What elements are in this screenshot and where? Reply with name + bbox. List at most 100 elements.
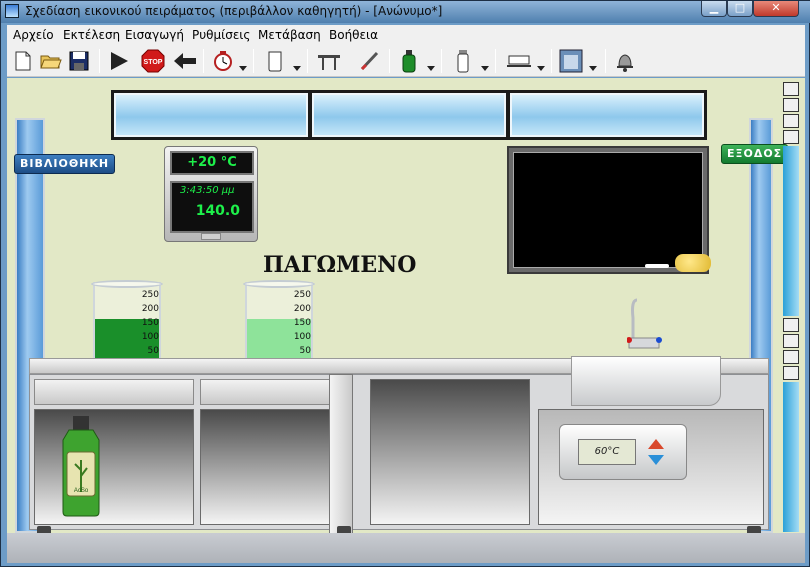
beaker-tick: 200 — [293, 304, 311, 314]
menu-run[interactable]: Εκτέλεση — [63, 28, 120, 42]
close-button[interactable]: ✕ — [753, 1, 799, 17]
water-heater[interactable]: 60°C — [559, 424, 687, 480]
heater-down-arrow-icon[interactable] — [648, 455, 664, 465]
toolbar-separator — [203, 49, 204, 73]
clock-time: 3:43:50 μμ — [180, 185, 235, 196]
heater-up-arrow-icon[interactable] — [648, 439, 664, 449]
open-folder-icon[interactable] — [39, 48, 63, 74]
faucet[interactable] — [626, 298, 667, 358]
timer-icon[interactable] — [211, 48, 235, 74]
window-title: Σχεδίαση εικονικού πειράματος (περιβάλλο… — [25, 4, 443, 18]
drawer-left[interactable] — [34, 379, 194, 405]
toolbar-separator — [441, 49, 442, 73]
toolbar-separator — [495, 49, 496, 73]
panel-scroll-track[interactable] — [783, 146, 799, 316]
back-arrow-icon[interactable] — [173, 48, 197, 74]
reagent-bottle[interactable]: AcSo — [57, 416, 105, 518]
menu-settings[interactable]: Ρυθμίσεις — [192, 28, 250, 42]
toolbar: STOP — [7, 45, 805, 77]
window-pane — [114, 93, 308, 137]
toolbar-separator — [551, 49, 552, 73]
menu-file[interactable]: Αρχείο — [13, 28, 54, 42]
toolbar-separator — [307, 49, 308, 73]
toolbar-separator — [389, 49, 390, 73]
image-icon[interactable] — [559, 48, 583, 74]
sink[interactable] — [571, 356, 721, 406]
bell-icon[interactable] — [613, 48, 637, 74]
window-pane — [312, 93, 506, 137]
beaker-tick: 200 — [141, 304, 159, 314]
cabinet-compartment-open — [370, 379, 530, 525]
state-label: ΠΑΓΩΜΕΝΟ — [263, 252, 417, 278]
table-icon[interactable] — [317, 48, 341, 74]
beaker-rim — [243, 280, 315, 288]
beaker-dropdown-icon[interactable] — [293, 57, 301, 71]
menu-insert[interactable]: Εισαγωγή — [125, 28, 184, 42]
panel-restore-icon[interactable] — [783, 318, 799, 332]
beaker-tick: 250 — [141, 290, 159, 300]
play-icon[interactable] — [107, 48, 131, 74]
drawer-middle[interactable] — [200, 379, 350, 405]
panel-save-icon[interactable] — [783, 130, 799, 144]
title-bar: Σχεδίαση εικονικού πειράματος (περιβάλλο… — [1, 1, 810, 23]
clock-panel: 3:43:50 μμ 140.0 — [170, 181, 254, 233]
application-window: Σχεδίαση εικονικού πειράματος (περιβάλλο… — [0, 0, 810, 567]
bottle-icon[interactable] — [397, 48, 421, 74]
heater-arrows — [648, 439, 664, 465]
new-file-icon[interactable] — [11, 48, 35, 74]
panel-minimize-icon[interactable] — [783, 350, 799, 364]
panel-scroll-track[interactable] — [783, 382, 799, 532]
lab-window — [111, 90, 707, 140]
virtual-lab-scene: ΒΙΒΛΙΟΘΗΚΗ ΕΞΟΔΟΣ +20 °C 3:43:50 μμ 140.… — [7, 78, 805, 563]
chalk[interactable] — [645, 264, 669, 268]
stop-icon[interactable]: STOP — [141, 48, 165, 74]
blackboard[interactable] — [507, 146, 711, 274]
toolbar-separator — [99, 49, 100, 73]
beaker-tick: 150 — [293, 318, 311, 328]
panel-maximize-icon[interactable] — [783, 334, 799, 348]
tube-icon[interactable] — [451, 48, 475, 74]
toolbar-separator — [253, 49, 254, 73]
beaker-tick: 50 — [299, 346, 311, 356]
panel-restore-icon[interactable] — [783, 82, 799, 96]
menu-help[interactable]: Βοήθεια — [329, 28, 378, 42]
minimize-button[interactable]: ▁ — [701, 1, 727, 17]
menu-bar: Αρχείο Εκτέλεση Εισαγωγή Ρυθμίσεις Μετάβ… — [7, 25, 805, 45]
toolbar-separator — [605, 49, 606, 73]
library-button[interactable]: ΒΙΒΛΙΟΘΗΚΗ — [14, 154, 116, 174]
beaker-icon[interactable] — [263, 48, 287, 74]
panel-maximize-icon[interactable] — [783, 98, 799, 112]
bottle-label: AcSo — [74, 488, 89, 494]
maximize-button[interactable]: □ — [727, 1, 753, 17]
panel-save-icon[interactable] — [783, 366, 799, 380]
bottle-dropdown-icon[interactable] — [427, 57, 435, 71]
beaker-light-green[interactable]: 250 200 150 100 50 — [243, 280, 315, 366]
cabinet-door-open[interactable] — [329, 374, 353, 550]
dish-dropdown-icon[interactable] — [537, 57, 545, 71]
temperature-readout: +20 °C — [170, 151, 254, 175]
right-panel-controls — [781, 78, 805, 563]
heater-readout: 60°C — [578, 439, 636, 465]
tube-dropdown-icon[interactable] — [481, 57, 489, 71]
sponge[interactable] — [675, 254, 711, 272]
cabinet-compartment-middle — [200, 409, 350, 525]
exit-button[interactable]: ΕΞΟΔΟΣ — [721, 144, 789, 164]
save-icon[interactable] — [67, 48, 91, 74]
beaker-tick: 100 — [141, 332, 159, 342]
thermometer-clock-device[interactable]: +20 °C 3:43:50 μμ 140.0 — [164, 146, 258, 242]
beaker-tick: 100 — [293, 332, 311, 342]
rod-icon[interactable] — [357, 48, 381, 74]
panel-minimize-icon[interactable] — [783, 114, 799, 128]
beaker-tick: 250 — [293, 290, 311, 300]
image-dropdown-icon[interactable] — [589, 57, 597, 71]
clock-value: 140.0 — [195, 203, 240, 219]
device-base — [201, 233, 221, 240]
stop-label: STOP — [144, 59, 163, 66]
window-pane — [510, 93, 704, 137]
menu-navigate[interactable]: Μετάβαση — [258, 28, 321, 42]
beaker-dark-green[interactable]: 250 200 150 100 50 — [91, 280, 163, 366]
beaker-tick: 50 — [147, 346, 159, 356]
timer-dropdown-icon[interactable] — [239, 57, 247, 71]
blackboard-surface — [513, 152, 703, 268]
dish-icon[interactable] — [507, 48, 531, 74]
